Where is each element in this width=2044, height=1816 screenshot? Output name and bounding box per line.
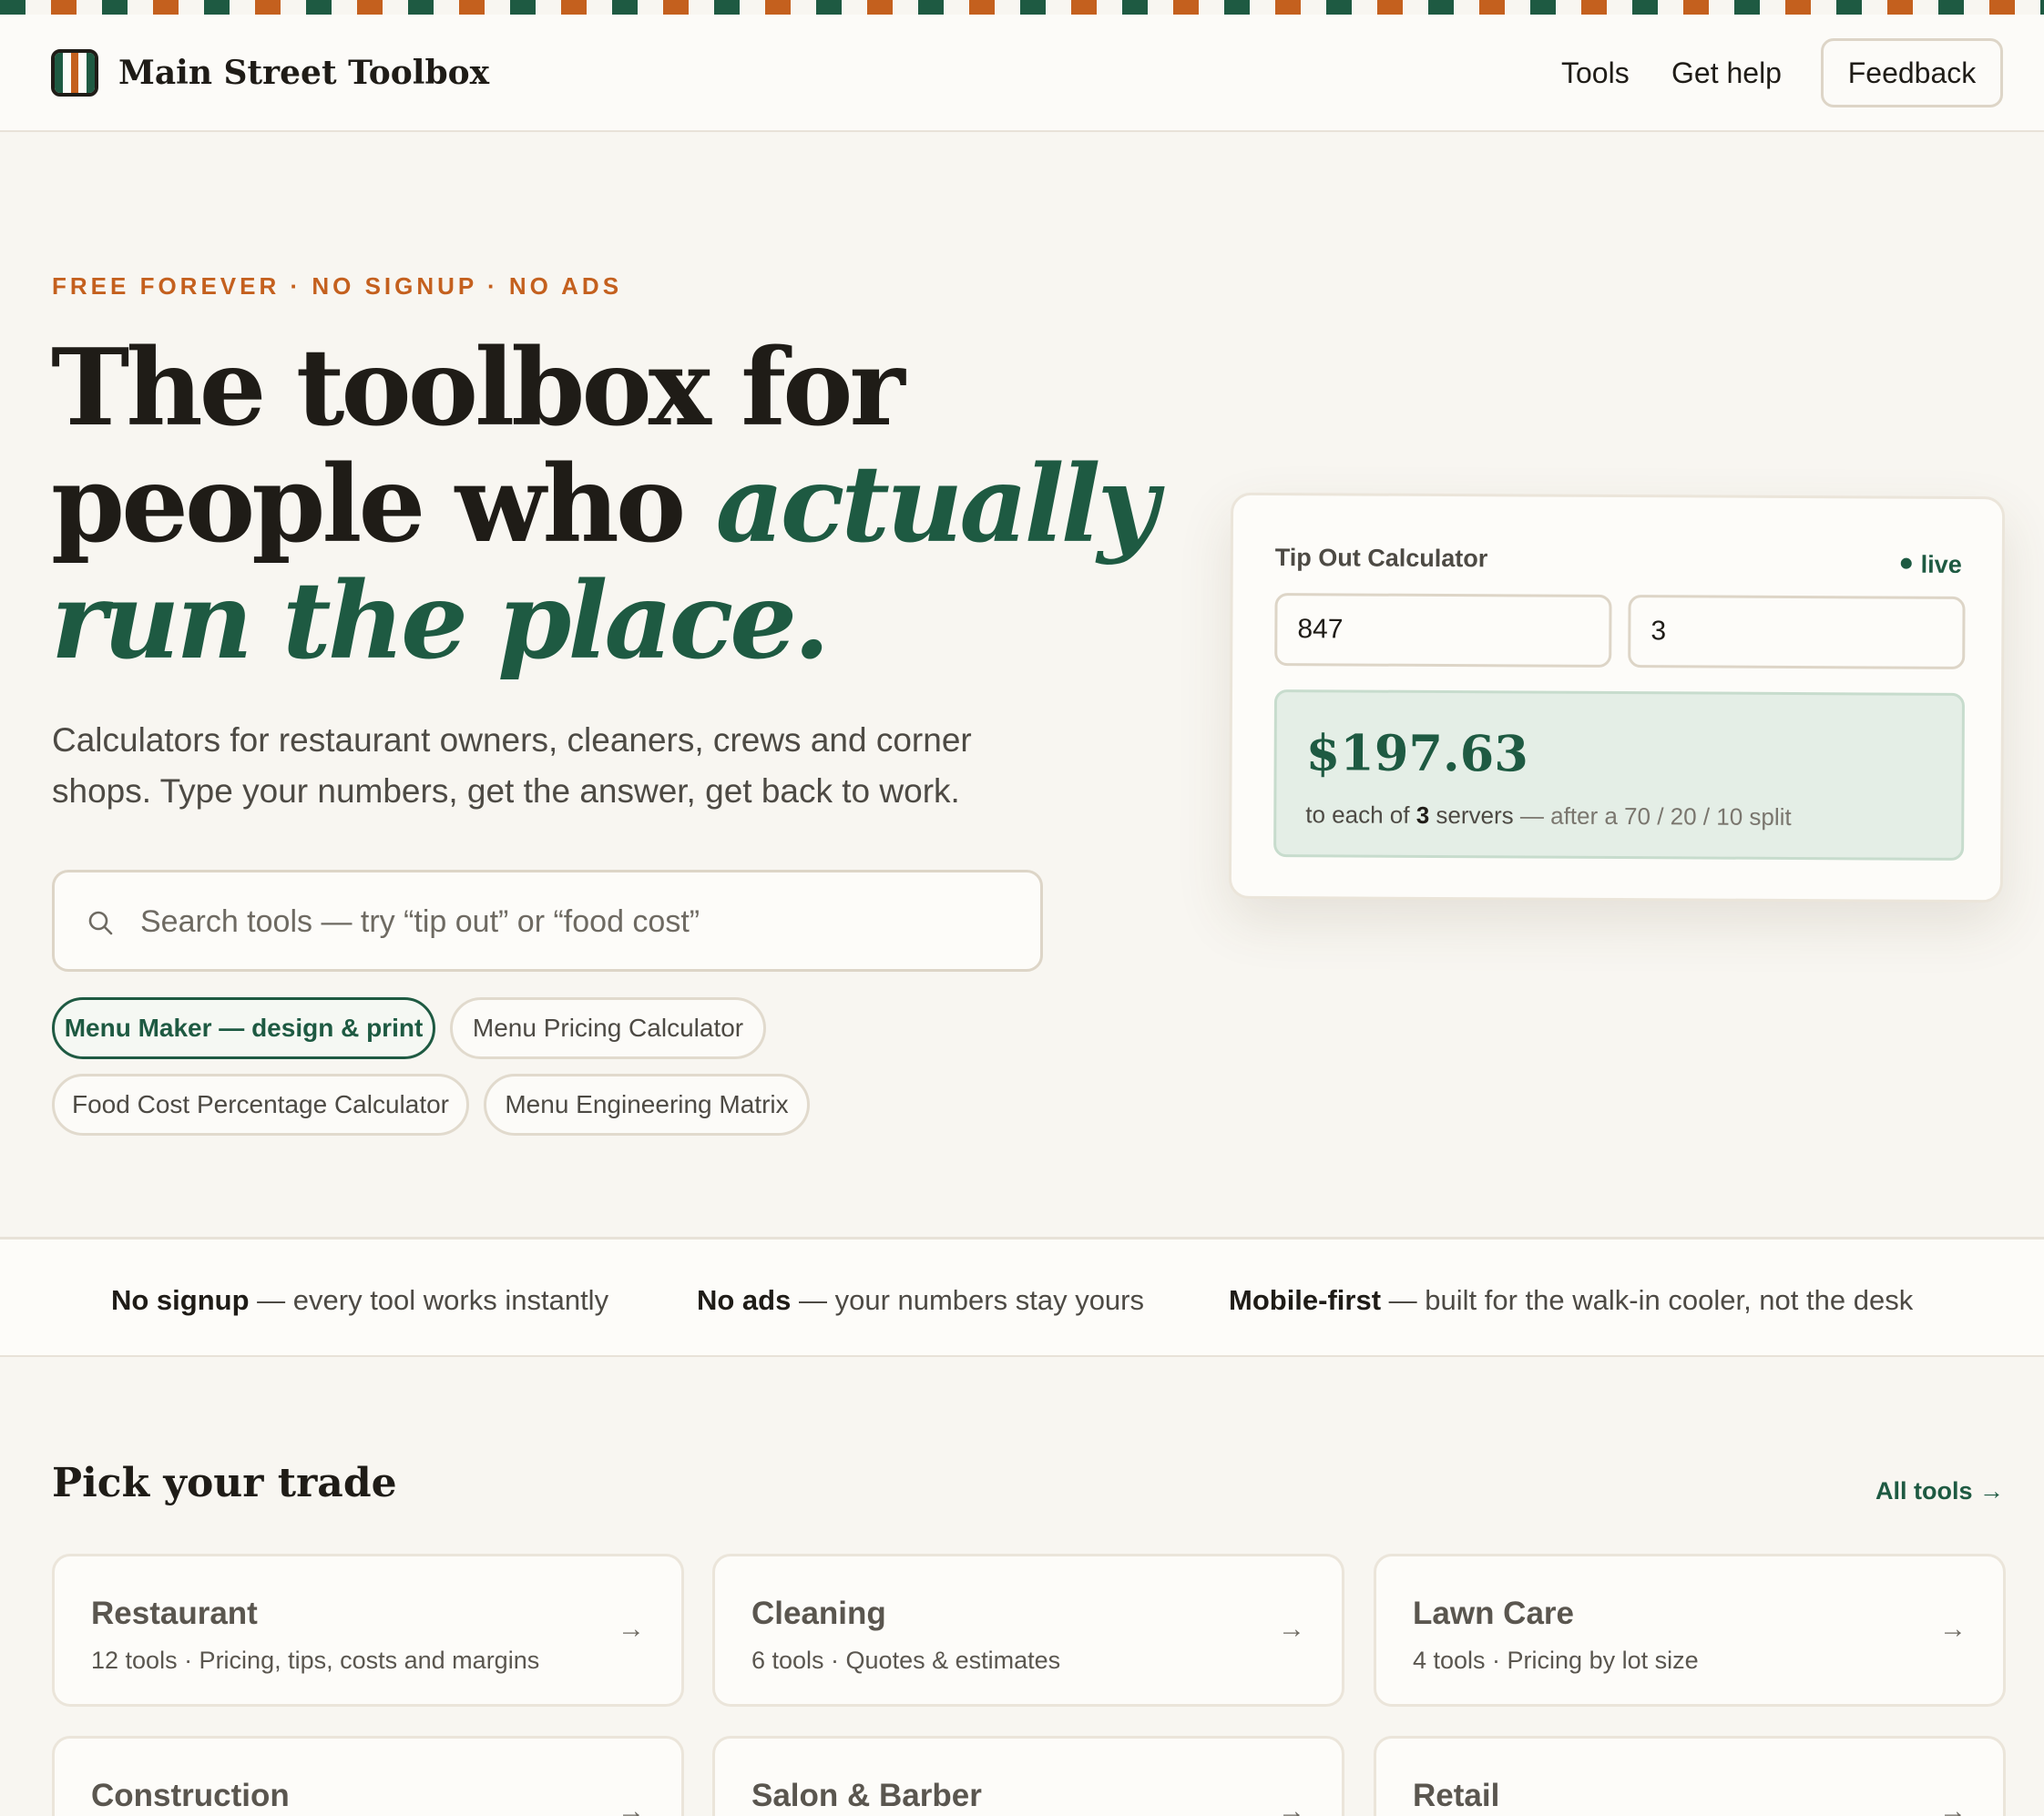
result-count: 3 — [1415, 801, 1430, 829]
result-note: to each of 3 servers — after a 70 / 20 /… — [1305, 798, 1792, 833]
logo-icon[interactable] — [51, 49, 98, 97]
all-tools-link[interactable]: All tools → — [1875, 1474, 2004, 1507]
logo-stripe — [70, 53, 79, 93]
search-input[interactable]: Search tools — try “tip out” or “food co… — [52, 870, 1043, 972]
tip-total-input[interactable]: 847 — [1274, 593, 1612, 668]
trade-name: Cleaning — [751, 1596, 886, 1631]
trade-meta: 4 tools · Pricing by lot size — [1413, 1647, 1699, 1674]
result-prefix: to each of — [1305, 801, 1410, 829]
search-placeholder: Search tools — try “tip out” or “food co… — [140, 904, 700, 939]
trade-name: Retail — [1413, 1778, 1500, 1813]
arrow-right-icon: → — [1939, 1796, 1967, 1816]
feature-no-ads: No ads — your numbers stay yours — [697, 1281, 1144, 1320]
arrow-right-icon: → — [1278, 1796, 1305, 1816]
arrow-right-icon: → — [1939, 1614, 1967, 1644]
features-band: No signup — every tool works instantly N… — [0, 1237, 2044, 1357]
logo-stripe — [55, 53, 63, 93]
top-stripe-decoration — [0, 0, 2044, 15]
hero-eyebrow: FREE FOREVER · NO SIGNUP · NO ADS — [52, 272, 623, 300]
feature-no-signup: No signup — every tool works instantly — [111, 1281, 608, 1320]
feedback-button[interactable]: Feedback — [1821, 38, 2003, 107]
result-unit: servers — [1436, 801, 1514, 830]
trade-card-restaurant[interactable]: Restaurant 12 tools · Pricing, tips, cos… — [52, 1554, 684, 1707]
live-badge: live — [1900, 548, 1962, 581]
feature-mobile-first-text: — built for the walk-in cooler, not the … — [1381, 1284, 1914, 1316]
trade-name: Lawn Care — [1413, 1596, 1574, 1631]
trade-card-construction[interactable]: Construction → — [52, 1736, 684, 1816]
chip-food-cost[interactable]: Food Cost Percentage Calculator — [52, 1074, 469, 1136]
result-amount: $197.63 — [1305, 723, 1529, 783]
feature-mobile-first: Mobile-first — built for the walk-in coo… — [1229, 1281, 1913, 1320]
feature-mobile-first-bold: Mobile-first — [1229, 1284, 1382, 1316]
trade-meta: 12 tools · Pricing, tips, costs and marg… — [91, 1647, 540, 1674]
logo-stripe — [62, 53, 71, 93]
trade-name: Restaurant — [91, 1596, 258, 1631]
live-dot-icon — [1900, 557, 1912, 569]
feature-no-signup-bold: No signup — [111, 1284, 250, 1316]
trades-section-title: Pick your trade — [52, 1460, 397, 1506]
chip-menu-maker[interactable]: Menu Maker — design & print — [52, 997, 435, 1059]
trade-name: Construction — [91, 1778, 290, 1813]
chip-menu-pricing[interactable]: Menu Pricing Calculator — [450, 997, 766, 1059]
trade-meta: 6 tools · Quotes & estimates — [751, 1647, 1061, 1674]
trade-card-cleaning[interactable]: Cleaning 6 tools · Quotes & estimates → — [712, 1554, 1344, 1707]
feature-no-signup-text: — every tool works instantly — [249, 1284, 609, 1316]
hero-subtitle: Calculators for restaurant owners, clean… — [52, 721, 972, 810]
arrow-right-icon: → — [618, 1614, 645, 1644]
nav-help-link[interactable]: Get help — [1671, 53, 1782, 93]
trade-name: Salon & Barber — [751, 1778, 982, 1813]
trade-card-retail[interactable]: Retail → — [1374, 1736, 2006, 1816]
trade-card-salon-barber[interactable]: Salon & Barber → — [712, 1736, 1344, 1816]
live-label: live — [1920, 550, 1962, 578]
chip-menu-engineering[interactable]: Menu Engineering Matrix — [484, 1074, 810, 1136]
top-nav: Main Street Toolbox Tools Get help Feedb… — [0, 15, 2044, 132]
nav-tools-link[interactable]: Tools — [1561, 53, 1630, 93]
feature-no-ads-bold: No ads — [697, 1284, 792, 1316]
arrow-right-icon: → — [618, 1796, 645, 1816]
logo-stripe — [87, 53, 95, 93]
logo-stripe — [78, 53, 87, 93]
hero-title: The toolbox for people who actually run … — [51, 330, 1180, 679]
trade-card-lawn-care[interactable]: Lawn Care 4 tools · Pricing by lot size … — [1374, 1554, 2006, 1707]
arrow-right-icon: → — [1278, 1614, 1305, 1644]
server-count-input[interactable]: 3 — [1628, 595, 1966, 670]
calculator-result: $197.63 to each of 3 servers — after a 7… — [1273, 689, 1966, 861]
feature-no-ads-text: — your numbers stay yours — [791, 1284, 1144, 1316]
brand-name[interactable]: Main Street Toolbox — [118, 51, 489, 95]
search-icon — [88, 911, 113, 935]
tip-out-calculator-card: Tip Out Calculator live 847 3 $197.63 to… — [1228, 492, 2006, 903]
calculator-title: Tip Out Calculator — [1274, 544, 1488, 573]
result-detail: — after a 70 / 20 / 10 split — [1519, 801, 1792, 831]
